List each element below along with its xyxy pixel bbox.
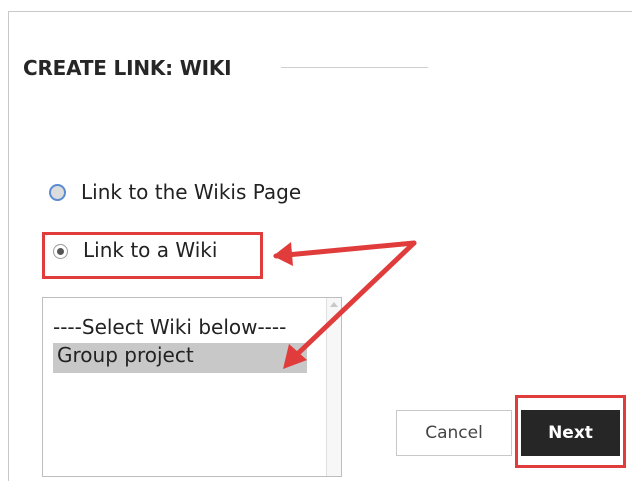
annotation-arrows (273, 240, 417, 369)
arrowhead-link-wiki-icon (273, 242, 293, 266)
arrow-to-group-project (286, 240, 417, 365)
arrow-to-link-wiki (273, 240, 417, 259)
